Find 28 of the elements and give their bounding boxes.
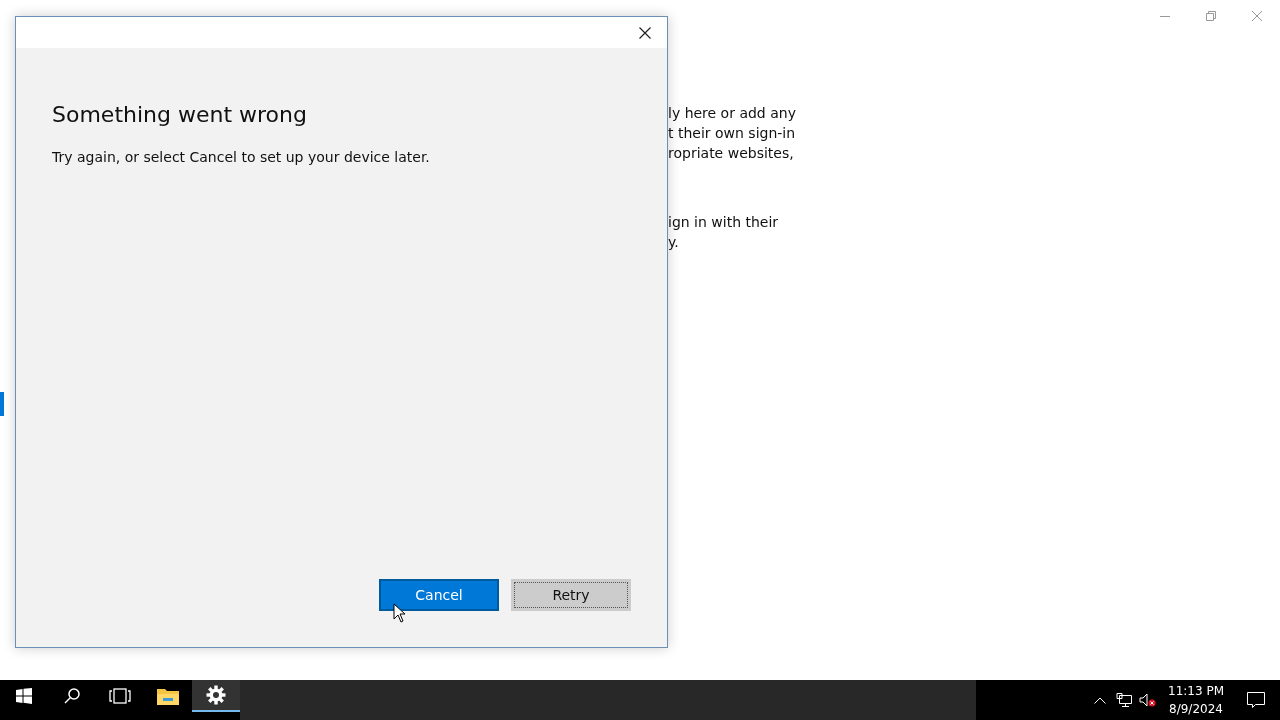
dialog-message: Try again, or select Cancel to set up your device later. [52,149,431,165]
retry-button[interactable]: Retry [511,579,631,611]
clock[interactable]: 11:13 PM 8/9/2024 [1160,682,1232,718]
clock-date: 8/9/2024 [1169,701,1223,718]
description-text: y. [668,233,680,252]
gear-icon [206,685,226,705]
dialog-heading: Something went wrong [52,102,308,127]
cancel-button[interactable]: Cancel [379,579,499,611]
description-text: ign in with their [668,213,780,232]
windows-logo-icon [16,688,32,704]
taskbar-button[interactable] [192,680,240,712]
description-text: ropriate websites, [668,144,795,163]
nav-selection-bar [0,392,4,416]
description-text: ly here or add any [668,104,797,123]
network-icon[interactable] [1116,693,1132,707]
minimize-icon [1160,15,1170,17]
volume-muted-icon[interactable] [1139,693,1157,707]
mouse-cursor-icon [393,603,406,623]
description-text: t their own sign-in [668,124,797,143]
task-view-icon [109,688,131,704]
search-icon [63,687,81,705]
close-icon[interactable] [639,26,651,39]
restore-icon [1206,11,1216,21]
chevron-up-icon[interactable] [1094,696,1106,704]
folder-icon [157,687,179,705]
notification-icon[interactable] [1247,691,1265,709]
close-icon [1252,11,1262,21]
clock-time: 11:13 PM [1168,683,1224,700]
